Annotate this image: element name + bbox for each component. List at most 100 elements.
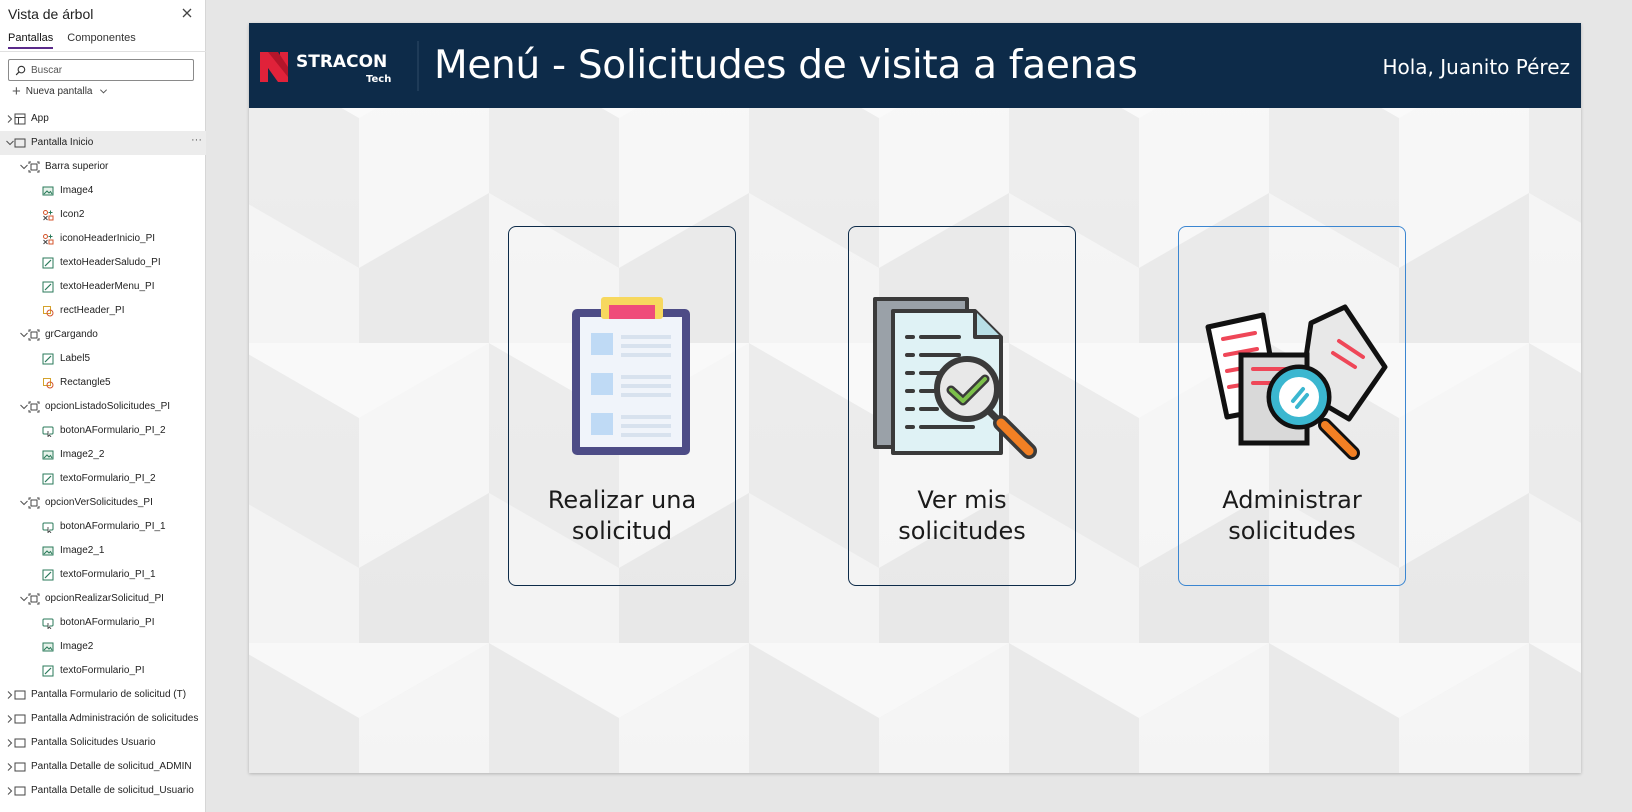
tree-item[interactable]: Pantalla Detalle de solicitud_Usuario [0, 779, 206, 803]
tree-item[interactable]: botonAFormulario_PI [0, 611, 206, 635]
group-icon [28, 401, 40, 413]
screen-icon [14, 690, 26, 700]
card-label-line: Administrar [1222, 486, 1362, 514]
tree-item[interactable]: opcionRealizarSolicitud_PI [0, 587, 206, 611]
tree-item-label: rectHeader_PI [60, 305, 125, 316]
page-title: Menú - Solicitudes de visita a faenas [434, 43, 1138, 88]
group-icon [28, 497, 40, 509]
button-icon [42, 618, 54, 629]
tree-item[interactable]: App [0, 107, 206, 131]
tab-pantallas[interactable]: Pantallas [8, 32, 54, 49]
screen-icon [14, 786, 26, 796]
tree-item-label: Pantalla Inicio [31, 137, 94, 148]
panel-tabs: Pantallas Componentes [8, 32, 136, 49]
screen-icon [14, 738, 26, 748]
tree-item[interactable]: botonAFormulario_PI_2 [0, 419, 206, 443]
tree-item[interactable]: iconoHeaderInicio_PI [0, 227, 206, 251]
tree-item[interactable]: Image4 [0, 179, 206, 203]
tree-item[interactable]: Pantalla Inicio ··· [0, 131, 206, 155]
tree-item[interactable]: textoFormulario_PI_1 [0, 563, 206, 587]
tree-item[interactable]: textoHeaderMenu_PI [0, 275, 206, 299]
tree-item[interactable]: Barra superior [0, 155, 206, 179]
tree-item[interactable]: Pantalla Formulario de solicitud (T) [0, 683, 206, 707]
label-icon [42, 473, 54, 485]
app-header: STRACON Tech Menú - Solicitudes de visit… [249, 23, 1581, 108]
new-screen-label: Nueva pantalla [25, 86, 93, 97]
tree-item[interactable]: grCargando [0, 323, 206, 347]
tree-item-label: Image2 [60, 641, 94, 652]
tree-item[interactable]: Image2_1 [0, 539, 206, 563]
logo-divider [417, 41, 419, 91]
tree-item-label: Icon2 [60, 209, 85, 220]
tree-item[interactable]: Rectangle5 [0, 371, 206, 395]
card-label-line: Ver mis [917, 486, 1007, 514]
search-icon [15, 65, 26, 75]
tree-item-label: textoFormulario_PI_1 [60, 569, 156, 580]
shape-icon [43, 306, 54, 317]
chevron-down-icon [100, 89, 108, 94]
tree-item[interactable]: Image2 [0, 635, 206, 659]
tree-item[interactable]: Pantalla Detalle de solicitud_ADMIN [0, 755, 206, 779]
panel-title: Vista de árbol [8, 6, 94, 22]
tree-item-label: Rectangle5 [60, 377, 111, 388]
tree-item-label: botonAFormulario_PI_1 [60, 521, 166, 532]
tree-item-label: Pantalla Detalle de solicitud_ADMIN [31, 761, 192, 772]
stracon-logo: STRACON Tech [260, 52, 391, 85]
manage-requests-card[interactable]: Administrar solicitudes [1178, 226, 1406, 586]
tree-item[interactable]: Icon2 [0, 203, 206, 227]
group-icon [28, 329, 40, 341]
tree-item[interactable]: Image2_2 [0, 443, 206, 467]
search-box [8, 59, 194, 81]
tree-item[interactable]: Pantalla Administración de solicitudes [0, 707, 206, 731]
close-icon[interactable] [180, 6, 194, 20]
tree-item[interactable]: botonAFormulario_PI_1 [0, 515, 206, 539]
tree-item-label: Barra superior [45, 161, 109, 172]
plus-icon: + [12, 82, 21, 100]
make-request-label: Realizar una solicitud [509, 485, 735, 547]
more-options-icon[interactable]: ··· [191, 134, 202, 146]
clipboard-icon [572, 297, 690, 455]
tree-item[interactable]: textoFormulario_PI [0, 659, 206, 683]
tree-item-label: opcionListadoSolicitudes_PI [45, 401, 171, 412]
tree-item[interactable]: opcionListadoSolicitudes_PI [0, 395, 206, 419]
manage-requests-label: Administrar solicitudes [1179, 485, 1405, 547]
app-grid-icon [14, 113, 26, 125]
label-icon [42, 665, 54, 677]
image-icon [42, 642, 54, 652]
tree-item-label: botonAFormulario_PI [60, 617, 155, 628]
tree-view-panel: Vista de árbol Pantallas Componentes + N… [0, 0, 206, 812]
tree-item-label: Pantalla Solicitudes Usuario [31, 737, 156, 748]
view-my-requests-card[interactable]: Ver mis solicitudes [848, 226, 1076, 586]
tree-item[interactable]: Label5 [0, 347, 206, 371]
label-icon [42, 569, 54, 581]
group-icon [28, 161, 40, 173]
tree-item[interactable]: opcionVerSolicitudes_PI [0, 491, 206, 515]
app-canvas: STRACON Tech Menú - Solicitudes de visit… [249, 23, 1581, 773]
card-label-line: solicitudes [1228, 517, 1356, 545]
tree-item-label: Pantalla Administración de solicitudes [31, 713, 199, 724]
tree-item-label: opcionVerSolicitudes_PI [45, 497, 153, 508]
tree-item-label: Label5 [60, 353, 91, 364]
label-icon [42, 353, 54, 365]
tree-item-label: Pantalla Detalle de solicitud_Usuario [31, 785, 194, 796]
tree-item[interactable]: textoFormulario_PI_2 [0, 467, 206, 491]
tree-item[interactable]: textoHeaderSaludo_PI [0, 251, 206, 275]
tabs-divider [0, 51, 206, 52]
search-input[interactable] [31, 64, 181, 76]
tree-item-label: iconoHeaderInicio_PI [60, 233, 156, 244]
tree-item[interactable]: rectHeader_PI [0, 299, 206, 323]
document-check-search-icon [873, 297, 1037, 459]
tree-item[interactable]: Pantalla Solicitudes Usuario [0, 731, 206, 755]
new-screen-button[interactable]: + Nueva pantalla [12, 82, 108, 100]
tree-item-label: Image2_2 [60, 449, 105, 460]
tree-item-label: textoFormulario_PI [60, 665, 145, 676]
tab-componentes[interactable]: Componentes [67, 32, 136, 49]
tree-item-label: opcionRealizarSolicitud_PI [45, 593, 164, 604]
label-icon [42, 257, 54, 269]
make-request-card[interactable]: Realizar una solicitud [508, 226, 736, 586]
tree-list: App Pantalla Inicio ··· Barra superior Image… [0, 107, 206, 803]
image-icon [42, 186, 54, 196]
label-icon [42, 281, 54, 293]
svg-text:STRACON: STRACON [296, 52, 387, 72]
card-label-line: solicitud [571, 517, 673, 545]
